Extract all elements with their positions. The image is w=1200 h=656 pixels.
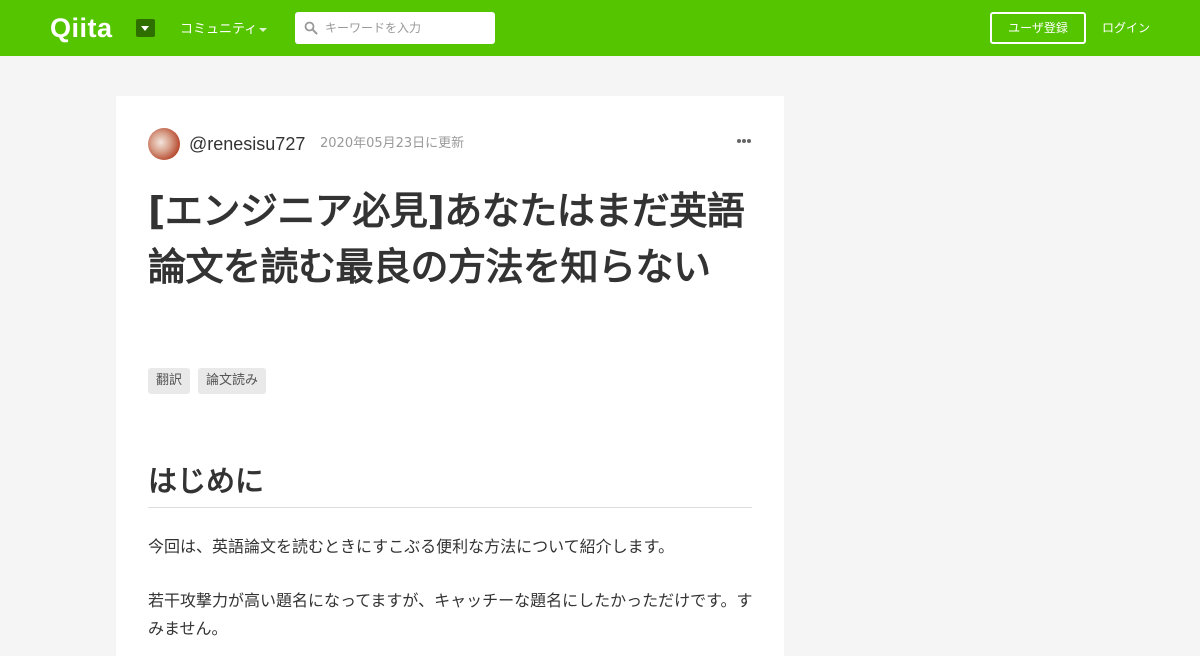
caret-down-icon — [141, 26, 149, 31]
author-avatar[interactable] — [148, 128, 180, 160]
body-paragraph: 今回は、英語論文を読むときにすこぶる便利な方法について紹介します。 — [148, 537, 675, 556]
tag-list: 翻訳 論文読み — [148, 368, 274, 394]
updated-date: 2020年05月23日に更新 — [320, 136, 465, 151]
search-input[interactable] — [325, 12, 489, 44]
author-username[interactable]: @renesisu727 — [189, 133, 305, 155]
login-link[interactable]: ログイン — [1102, 19, 1150, 37]
tag-ronbun-yomi[interactable]: 論文読み — [198, 368, 267, 394]
search-box[interactable] — [295, 12, 495, 44]
top-navigation-bar: Qiita コミュニティ ユーザ登録 ログイン — [0, 0, 1200, 56]
signup-button[interactable]: ユーザ登録 — [990, 12, 1086, 44]
community-menu[interactable]: コミュニティ — [180, 21, 257, 39]
article-card: @renesisu727 2020年05月23日に更新 [エンジニア必見]あなた… — [116, 96, 784, 656]
community-caret-icon — [259, 28, 267, 32]
service-menu-toggle[interactable] — [136, 19, 155, 37]
search-icon — [304, 21, 318, 35]
tag-honyaku[interactable]: 翻訳 — [148, 368, 191, 394]
heading-divider — [148, 507, 752, 508]
body-paragraph: 若干攻撃力が高い題名になってますが、キャッチーな題名にしたかっただけです。すみま… — [148, 591, 753, 638]
qiita-logo[interactable]: Qiita — [50, 13, 113, 43]
more-icon[interactable] — [737, 139, 751, 145]
section-heading: はじめに — [148, 464, 265, 498]
article-title: [エンジニア必見]あなたはまだ英語論文を読む最良の方法を知らない — [148, 189, 745, 289]
